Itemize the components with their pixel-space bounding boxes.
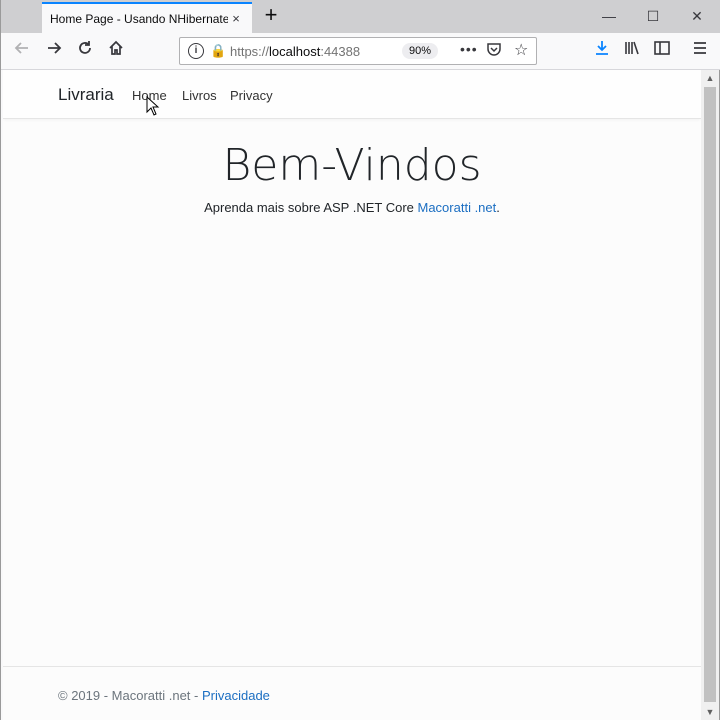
macoratti-link[interactable]: Macoratti .net	[418, 200, 497, 215]
lock-icon[interactable]: 🔒	[210, 43, 226, 59]
close-tab-icon[interactable]: ×	[228, 11, 244, 27]
minimize-button[interactable]: —	[587, 6, 631, 26]
brand-link[interactable]: Livraria	[58, 85, 114, 105]
pocket-icon[interactable]	[486, 41, 502, 61]
new-tab-button[interactable]: +	[259, 4, 283, 28]
tab-strip: Home Page - Usando NHibernate × + — ☐ ✕	[1, 0, 720, 33]
download-icon[interactable]	[589, 39, 615, 63]
home-icon[interactable]	[103, 39, 129, 63]
bookmark-star-icon[interactable]: ☆	[514, 40, 528, 60]
web-page: Livraria Home Livros Privacy Bem-Vindos …	[3, 70, 701, 720]
back-icon[interactable]	[9, 39, 35, 63]
vertical-scrollbar[interactable]: ▲ ▼	[701, 70, 719, 720]
nav-privacy[interactable]: Privacy	[230, 88, 273, 103]
scroll-down-icon[interactable]: ▼	[701, 704, 719, 720]
hero-title: Bem-Vindos	[222, 140, 482, 191]
zoom-badge[interactable]: 90%	[402, 43, 438, 59]
tab-title: Home Page - Usando NHibernate	[50, 11, 228, 26]
site-navbar: Livraria Home Livros Privacy	[3, 70, 701, 119]
maximize-button[interactable]: ☐	[631, 6, 675, 26]
lead-text: Aprenda mais sobre ASP .NET Core	[204, 200, 418, 215]
scroll-up-icon[interactable]: ▲	[701, 70, 719, 86]
url-text: https://localhost:44388	[230, 44, 361, 59]
reload-icon[interactable]	[72, 39, 98, 63]
nav-toolbar: i 🔒 https://localhost:44388 90% ••• ☆	[1, 33, 720, 70]
nav-livros[interactable]: Livros	[182, 88, 217, 103]
menu-icon[interactable]	[687, 39, 713, 63]
footer-text: © 2019 - Macoratti .net - Privacidade	[58, 688, 270, 703]
tab-active[interactable]: Home Page - Usando NHibernate ×	[42, 2, 252, 33]
browser-window: Home Page - Usando NHibernate × + — ☐ ✕ …	[0, 0, 720, 720]
scroll-thumb[interactable]	[704, 87, 716, 702]
library-icon[interactable]	[619, 39, 645, 63]
page-actions-icon[interactable]: •••	[460, 41, 478, 57]
lead-end: .	[496, 200, 500, 215]
mouse-cursor-icon	[146, 95, 160, 119]
privacy-link[interactable]: Privacidade	[202, 688, 270, 703]
forward-icon[interactable]	[41, 39, 67, 63]
url-bar[interactable]: i 🔒 https://localhost:44388 90% ••• ☆	[179, 37, 537, 65]
close-window-button[interactable]: ✕	[675, 6, 719, 26]
hero-lead: Aprenda mais sobre ASP .NET Core Macorat…	[3, 200, 701, 215]
info-icon[interactable]: i	[188, 43, 204, 59]
site-footer: © 2019 - Macoratti .net - Privacidade	[3, 666, 701, 720]
sidebar-icon[interactable]	[649, 39, 675, 63]
copyright-text: © 2019 - Macoratti .net -	[58, 688, 202, 703]
